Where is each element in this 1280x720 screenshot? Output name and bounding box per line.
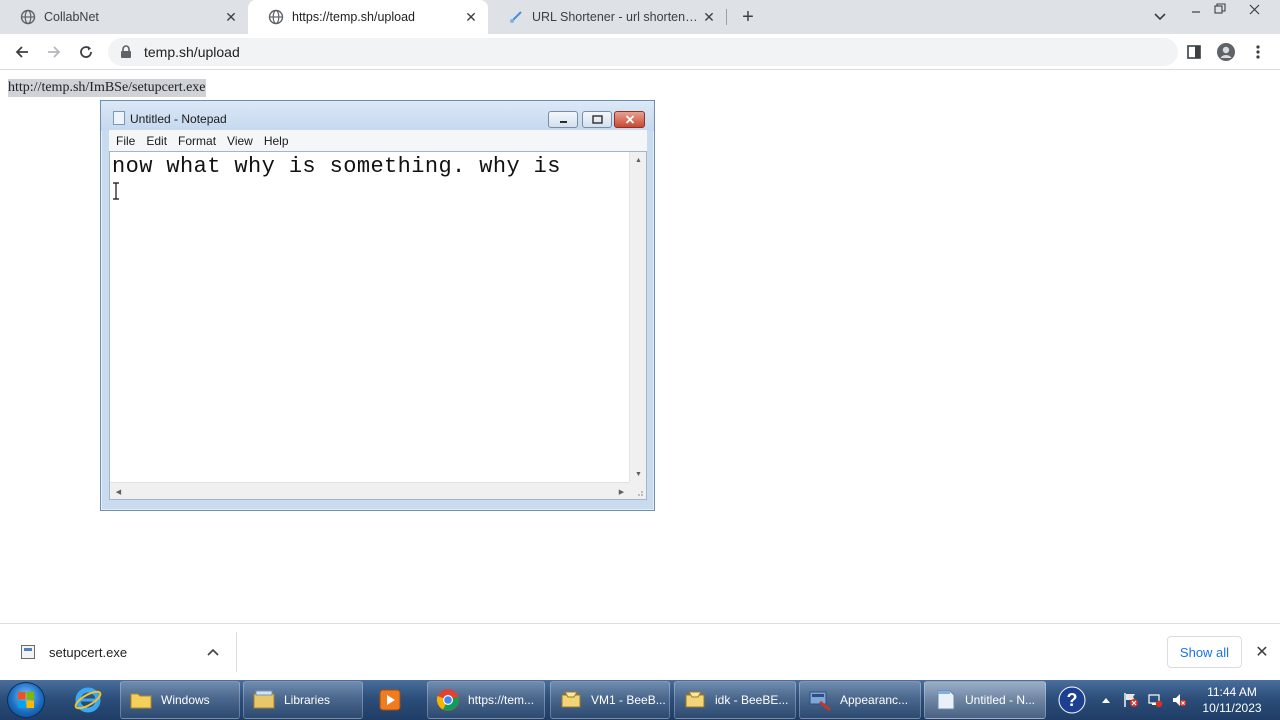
taskbar-item-notepad[interactable]: Untitled - N...	[924, 681, 1046, 719]
tab-url-shortener[interactable]: URL Shortener - url shortening se ✕	[488, 0, 726, 34]
action-center-flag-icon[interactable]	[1120, 680, 1142, 720]
taskbar-item-libraries[interactable]: Libraries	[243, 681, 363, 719]
close-window-icon[interactable]	[1240, 0, 1268, 18]
taskbar-item-label: VM1 - BeeB...	[591, 693, 666, 707]
notepad-title: Untitled - Notepad	[130, 112, 227, 126]
svg-text:?: ?	[1067, 690, 1078, 710]
volume-muted-icon[interactable]	[1168, 680, 1190, 720]
beebeep-icon	[683, 688, 707, 712]
forward-button[interactable]	[40, 38, 68, 66]
chevron-up-icon[interactable]	[203, 642, 223, 662]
menu-edit[interactable]: Edit	[145, 134, 175, 148]
resize-grip-icon[interactable]	[629, 482, 646, 499]
notepad-maximize-button[interactable]	[582, 111, 612, 128]
notepad-content: now what why is something. why is	[112, 154, 561, 179]
address-bar-url: temp.sh/upload	[144, 44, 240, 60]
tab-close-icon[interactable]: ✕	[700, 8, 718, 26]
taskbar-item-label: https://tem...	[468, 693, 535, 707]
menu-help[interactable]: Help	[263, 134, 297, 148]
vertical-scrollbar[interactable]: ▲ ▼	[629, 152, 646, 483]
horizontal-scrollbar[interactable]: ◀ ▶	[110, 482, 630, 499]
link-icon	[508, 9, 524, 25]
tab-strip: CollabNet ✕ https://temp.sh/upload ✕ URL…	[0, 0, 1280, 34]
tab-title: CollabNet	[44, 10, 99, 24]
tab-temp-sh-upload[interactable]: https://temp.sh/upload ✕	[248, 0, 488, 34]
download-shelf: setupcert.exe Show all ✕	[0, 623, 1280, 680]
notepad-minimize-button[interactable]	[548, 111, 578, 128]
libraries-icon	[252, 688, 276, 712]
taskbar-item-label: Untitled - N...	[965, 693, 1036, 707]
show-all-button[interactable]: Show all	[1167, 636, 1242, 668]
appearance-icon	[808, 688, 832, 712]
windows-taskbar: Windows Libraries https://tem... VM1 - B…	[0, 680, 1280, 720]
tab-close-icon[interactable]: ✕	[462, 8, 480, 26]
chrome-icon	[436, 688, 460, 712]
shelf-divider	[236, 632, 237, 672]
taskbar-item-label: Appearanc...	[840, 693, 909, 707]
clock-date: 10/11/2023	[1202, 701, 1262, 715]
taskbar-item-label: idk - BeeBE...	[715, 693, 789, 707]
internet-explorer-icon[interactable]	[64, 681, 112, 719]
globe-icon	[268, 9, 284, 25]
scroll-down-arrow-icon[interactable]: ▼	[630, 466, 647, 483]
tab-close-icon[interactable]: ✕	[222, 8, 240, 26]
menu-view[interactable]: View	[226, 134, 261, 148]
taskbar-clock[interactable]: 11:44 AM 10/11/2023	[1192, 684, 1272, 716]
profile-avatar-icon[interactable]	[1212, 38, 1240, 66]
taskbar-item-vm1[interactable]: VM1 - BeeB...	[550, 681, 670, 719]
notepad-icon	[933, 688, 957, 712]
taskbar-item-windows[interactable]: Windows	[120, 681, 240, 719]
scroll-up-arrow-icon[interactable]: ▲	[630, 152, 647, 169]
taskbar-item-chrome[interactable]: https://tem...	[427, 681, 545, 719]
back-button[interactable]	[8, 38, 36, 66]
menu-format[interactable]: Format	[177, 134, 224, 148]
side-panel-icon[interactable]	[1180, 38, 1208, 66]
tab-collabnet[interactable]: CollabNet ✕	[0, 0, 248, 34]
folder-icon	[129, 688, 153, 712]
tab-search-chevron-icon[interactable]	[1150, 7, 1170, 27]
close-icon[interactable]: ✕	[1252, 642, 1272, 662]
notepad-window: Untitled - Notepad File Edit Format View…	[100, 100, 655, 511]
help-icon[interactable]: ?	[1056, 680, 1088, 720]
beebeep-icon	[559, 688, 583, 712]
taskbar-item-appearance[interactable]: Appearanc...	[799, 681, 921, 719]
tab-title: URL Shortener - url shortening se	[532, 10, 700, 24]
taskbar-item-label: Windows	[161, 693, 210, 707]
restore-window-icon[interactable]	[1206, 0, 1234, 18]
tab-separator	[726, 9, 727, 25]
reload-button[interactable]	[72, 38, 100, 66]
tray-expand-icon[interactable]	[1098, 680, 1114, 720]
scroll-left-arrow-icon[interactable]: ◀	[110, 483, 127, 500]
notepad-close-button[interactable]	[614, 111, 645, 128]
notepad-titlebar[interactable]: Untitled - Notepad	[101, 101, 654, 131]
network-icon[interactable]	[1144, 680, 1166, 720]
chrome-menu-icon[interactable]	[1244, 38, 1272, 66]
file-icon	[21, 645, 35, 659]
notepad-menubar: File Edit Format View Help	[109, 130, 647, 151]
notepad-icon	[113, 111, 125, 125]
selected-link-text[interactable]: http://temp.sh/ImBSe/setupcert.exe	[8, 79, 206, 97]
address-bar[interactable]: temp.sh/upload	[108, 38, 1178, 66]
windows-start-icon[interactable]	[7, 682, 45, 718]
taskbar-item-label: Libraries	[284, 693, 331, 707]
taskbar-item-idk[interactable]: idk - BeeBE...	[674, 681, 796, 719]
text-cursor-icon	[112, 182, 120, 200]
scroll-right-arrow-icon[interactable]: ▶	[613, 483, 630, 500]
globe-icon	[20, 9, 36, 25]
menu-file[interactable]: File	[115, 134, 143, 148]
tab-title: https://temp.sh/upload	[292, 10, 415, 24]
new-tab-button[interactable]: +	[736, 5, 760, 29]
download-filename[interactable]: setupcert.exe	[49, 645, 127, 660]
notepad-text-area[interactable]: now what why is something. why is ▲ ▼ ◀ …	[109, 151, 647, 500]
clock-time: 11:44 AM	[1207, 685, 1257, 699]
lock-icon[interactable]	[118, 44, 134, 60]
media-player-icon[interactable]	[366, 681, 414, 719]
